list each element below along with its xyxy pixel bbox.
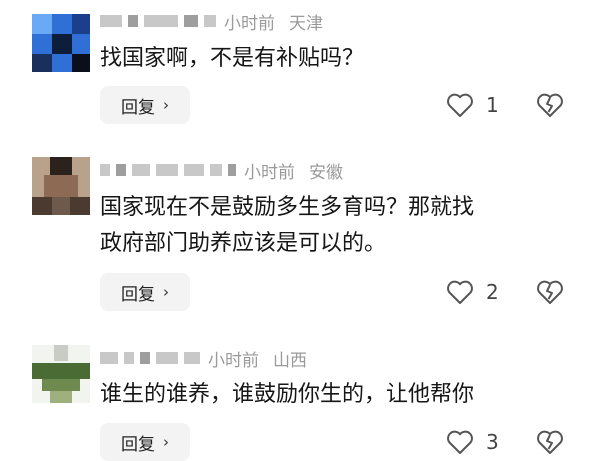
- comment-time: 小时前: [208, 350, 259, 371]
- comment-text: 国家现在不是鼓励多生多育吗？那就找 政府部门助养应该是可以的。: [100, 195, 475, 256]
- broken-heart-icon: [537, 430, 563, 454]
- avatar[interactable]: [32, 345, 90, 403]
- dislike-button[interactable]: [536, 273, 566, 311]
- comment-location: 山西: [273, 350, 307, 371]
- avatar[interactable]: [32, 14, 90, 72]
- comment-time: 小时前: [244, 162, 295, 183]
- comment-time: 小时前: [224, 13, 275, 34]
- broken-heart-icon: [537, 93, 563, 117]
- heart-outline-icon: [447, 280, 473, 304]
- username-blurred[interactable]: [100, 352, 118, 364]
- comment-text: 谁生的谁养，谁鼓励你生的，让他帮你: [100, 382, 475, 407]
- like-count: 2: [486, 280, 499, 304]
- comment-location: 天津: [289, 13, 323, 34]
- avatar[interactable]: [32, 157, 90, 215]
- comment-text: 找国家啊，不是有补贴吗？: [100, 46, 365, 71]
- like-count: 1: [486, 93, 499, 117]
- reply-button[interactable]: 回复 ›: [100, 423, 190, 461]
- dislike-button[interactable]: [536, 86, 566, 124]
- heart-outline-icon: [447, 93, 473, 117]
- comment-meta: 小时前 山西: [100, 345, 307, 371]
- chevron-right-icon: ›: [163, 433, 169, 451]
- reply-button[interactable]: 回复 ›: [100, 86, 190, 124]
- like-count: 3: [486, 430, 499, 454]
- like-button[interactable]: 1: [446, 86, 499, 124]
- like-button[interactable]: 2: [446, 273, 499, 311]
- reply-button[interactable]: 回复 ›: [100, 273, 190, 311]
- comment-meta: 小时前 安徽: [100, 157, 343, 183]
- comment-meta: 小时前 天津: [100, 8, 323, 34]
- username-blurred[interactable]: [100, 164, 110, 176]
- username-blurred[interactable]: [100, 15, 122, 27]
- dislike-button[interactable]: [536, 423, 566, 461]
- heart-outline-icon: [447, 430, 473, 454]
- broken-heart-icon: [537, 280, 563, 304]
- like-button[interactable]: 3: [446, 423, 499, 461]
- chevron-right-icon: ›: [163, 283, 169, 301]
- chevron-right-icon: ›: [163, 96, 169, 114]
- comment-location: 安徽: [309, 162, 343, 183]
